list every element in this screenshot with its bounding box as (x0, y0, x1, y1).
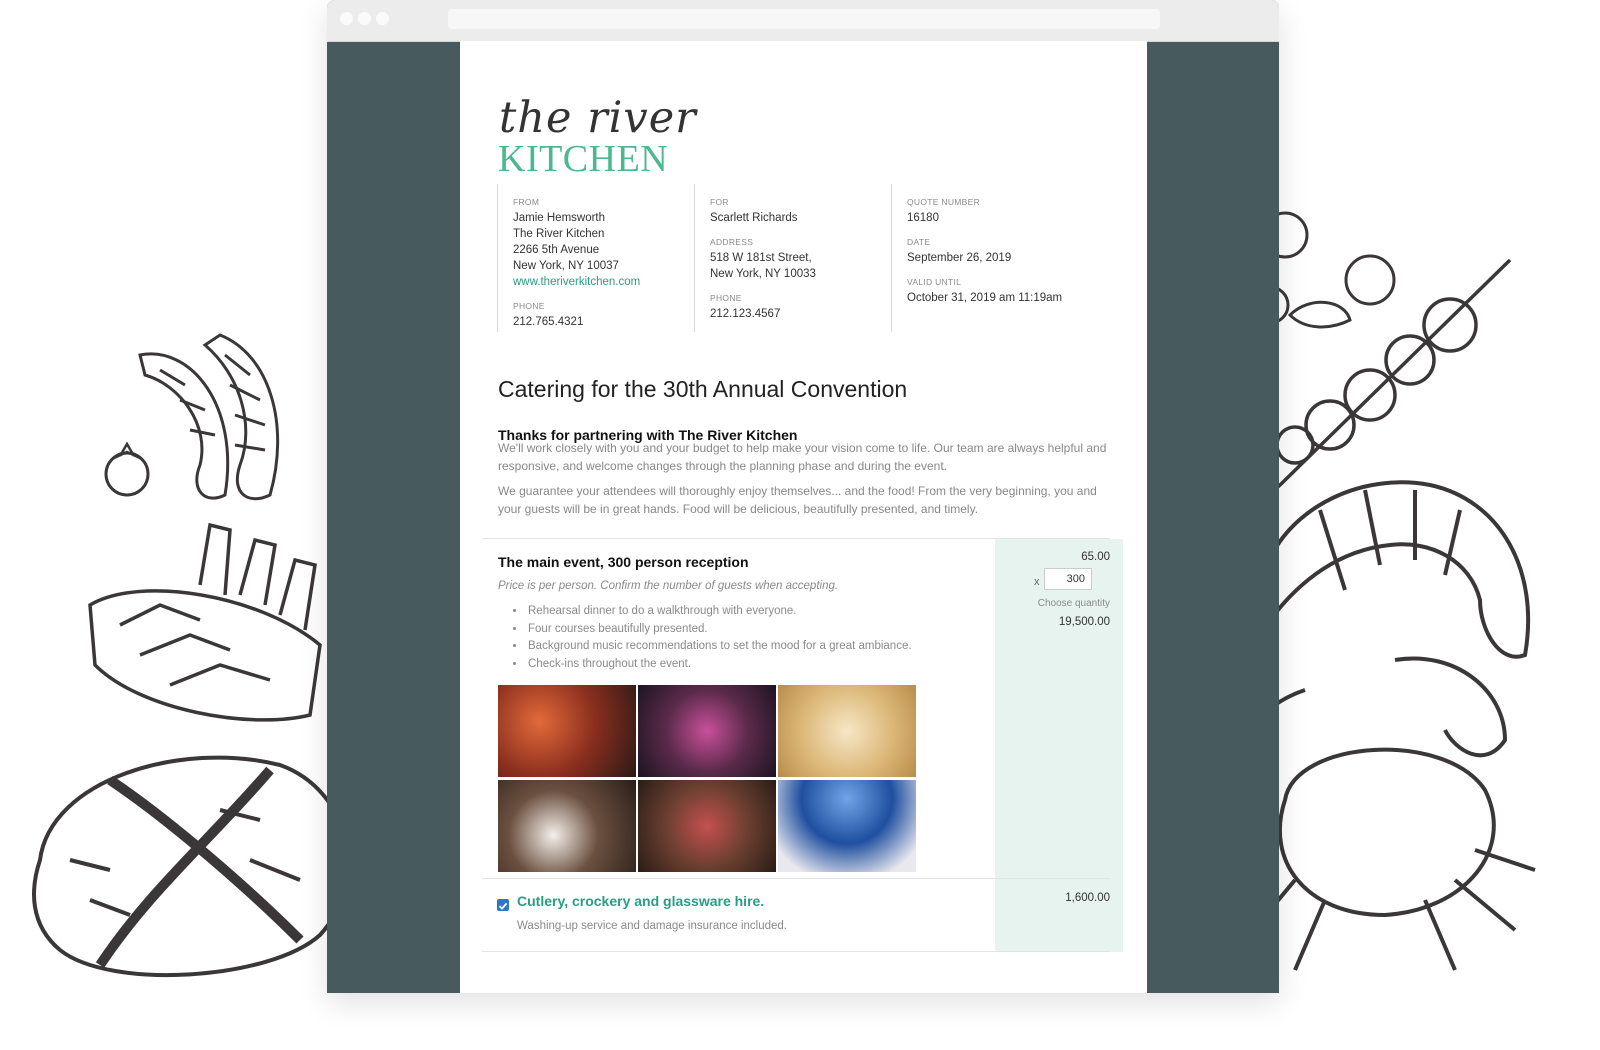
optional-item-checkbox[interactable] (497, 899, 509, 911)
quote-meta-block: QUOTE NUMBER 16180 DATE September 26, 20… (891, 184, 1107, 332)
for-label: FOR (710, 197, 729, 207)
browser-toolbar (327, 0, 1279, 42)
browser-window: the river KITCHEN FROM Jamie Hemsworth T… (327, 0, 1279, 993)
photo-gallery (498, 685, 918, 873)
from-company: The River Kitchen (513, 228, 605, 240)
quote-document: the river KITCHEN FROM Jamie Hemsworth T… (460, 41, 1147, 993)
bullet-item: Background music recommendations to set … (526, 638, 912, 656)
ribs-illustration (88, 522, 322, 722)
page-title: Catering for the 30th Annual Convention (498, 376, 908, 402)
main-item-unit-price: 65.00 (1081, 551, 1110, 563)
for-phone-label: PHONE (710, 293, 742, 303)
for-name: Scarlett Richards (710, 212, 798, 224)
from-phone-label: PHONE (513, 301, 545, 311)
from-name: Jamie Hemsworth (513, 212, 606, 224)
shrimp-illustration (138, 333, 280, 501)
photo-plated-dishes[interactable] (498, 780, 636, 872)
quote-valid-label: VALID UNTIL (907, 277, 962, 287)
photo-strawberry-desserts[interactable] (638, 780, 776, 872)
main-item-bullets: Rehearsal dinner to do a walkthrough wit… (498, 603, 912, 673)
quantity-hint: Choose quantity (1037, 598, 1110, 609)
tomato-illustration (104, 441, 150, 497)
optional-item-note: Washing-up service and damage insurance … (517, 920, 787, 932)
line-item-optional (482, 878, 1110, 952)
quote-date: September 26, 2019 (907, 252, 1012, 264)
logo-text-bottom: KITCHEN (498, 138, 669, 180)
bread-illustration (32, 755, 350, 978)
optional-item-title[interactable]: Cutlery, crockery and glassware hire. (517, 893, 764, 909)
photo-shrimp-canapes[interactable] (498, 685, 636, 777)
quantity-input[interactable] (1044, 568, 1092, 590)
photo-dessert-platter[interactable] (638, 685, 776, 777)
window-control-dot[interactable] (340, 12, 353, 25)
croissant-illustration (1257, 480, 1531, 659)
main-item-title: The main event, 300 person reception (498, 554, 749, 570)
window-control-dot[interactable] (376, 12, 389, 25)
quantity-multiplier: x (1034, 576, 1040, 588)
logo-text-top: the river (499, 93, 697, 143)
intro-paragraph-2: We guarantee your attendees will thoroug… (498, 484, 1097, 516)
skewer-illustration (1258, 258, 1512, 493)
for-address-label: ADDRESS (710, 237, 754, 247)
quote-number: 16180 (907, 212, 939, 224)
from-street: 2266 5th Avenue (513, 244, 600, 256)
for-phone: 212.123.4567 (710, 308, 781, 320)
bullet-item: Four courses beautifully presented. (526, 621, 912, 639)
for-block: FOR Scarlett Richards ADDRESS 518 W 181s… (694, 184, 890, 332)
intro-paragraph-1: We'll work closely with you and your bud… (498, 441, 1107, 473)
photo-oyster-plate[interactable] (778, 685, 916, 777)
optional-item-price: 1,600.00 (1065, 892, 1110, 904)
from-block: FROM Jamie Hemsworth The River Kitchen 2… (497, 184, 693, 332)
main-item-note: Price is per person. Confirm the number … (498, 580, 839, 592)
quote-number-label: QUOTE NUMBER (907, 197, 981, 207)
window-control-dot[interactable] (358, 12, 371, 25)
quote-date-label: DATE (907, 237, 931, 247)
from-label: FROM (513, 197, 540, 207)
check-icon (498, 902, 508, 910)
quote-valid-until: October 31, 2019 am 11:19am (907, 292, 1063, 304)
from-city: New York, NY 10037 (513, 260, 619, 272)
photo-banquet-hall[interactable] (778, 780, 916, 872)
main-item-total: 19,500.00 (1058, 616, 1110, 628)
for-street: 518 W 181st Street, (710, 252, 812, 264)
bullet-item: Check-ins throughout the event. (526, 656, 912, 674)
address-bar[interactable] (448, 9, 1160, 29)
from-phone: 212.765.4321 (513, 316, 584, 328)
for-city: New York, NY 10033 (710, 268, 816, 280)
bullet-item: Rehearsal dinner to do a walkthrough wit… (526, 603, 912, 621)
line-item-main: The main event, 300 person reception Pri… (482, 538, 1110, 879)
from-website-link[interactable]: www.theriverkitchen.com (513, 274, 693, 290)
